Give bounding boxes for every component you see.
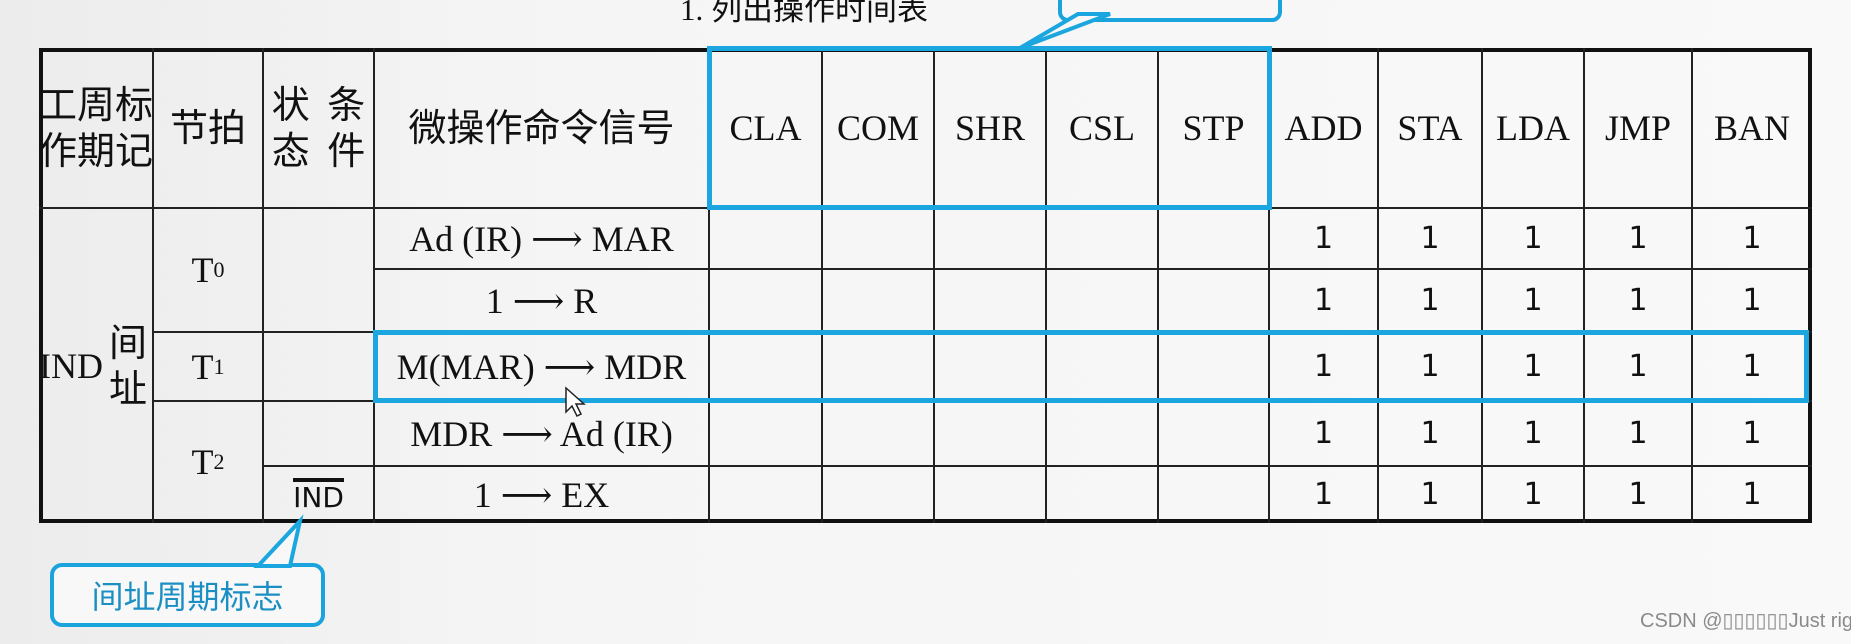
callout-pointers	[253, 12, 1111, 568]
callout-bottom-tail	[253, 514, 304, 568]
callout-top-tail	[1018, 12, 1111, 50]
mouse-cursor-icon	[565, 386, 586, 418]
